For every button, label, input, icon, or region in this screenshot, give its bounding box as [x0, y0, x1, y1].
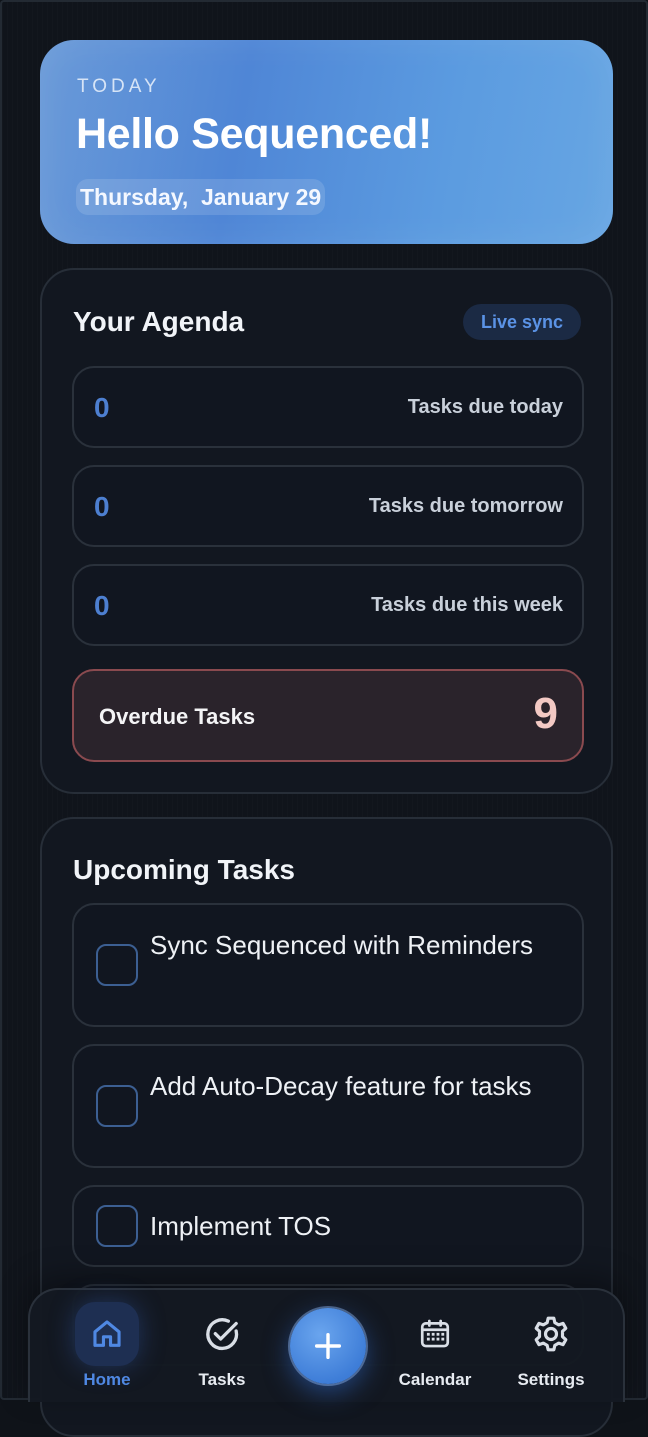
- stat-due-this-week[interactable]: 0 Tasks due this week: [72, 564, 584, 646]
- overdue-count: 9: [533, 689, 558, 738]
- check-circle-icon: [190, 1302, 254, 1366]
- tab-tasks[interactable]: Tasks: [167, 1290, 277, 1402]
- task-checkbox[interactable]: [96, 1085, 138, 1127]
- task-item[interactable]: Add Auto-Decay feature for tasks: [72, 1044, 584, 1168]
- task-title: Implement TOS: [150, 1211, 332, 1241]
- overdue-tasks-row[interactable]: Overdue Tasks 9: [72, 669, 584, 762]
- agenda-title: Your Agenda: [73, 306, 245, 337]
- upcoming-title: Upcoming Tasks: [73, 854, 295, 885]
- agenda-card: Your Agenda Live sync 0 Tasks due today …: [40, 268, 613, 794]
- tab-label: Calendar: [398, 1370, 472, 1389]
- live-sync-badge: Live sync: [462, 304, 581, 340]
- task-item[interactable]: Implement TOS: [72, 1185, 584, 1267]
- current-date: Thursday, January 29: [76, 179, 326, 215]
- tab-label: Tasks: [198, 1370, 246, 1389]
- stat-due-tomorrow[interactable]: 0 Tasks due tomorrow: [72, 465, 584, 547]
- plus-icon: [314, 1332, 342, 1360]
- overdue-label: Overdue Tasks: [99, 704, 256, 729]
- task-checkbox[interactable]: [96, 1205, 138, 1247]
- app-frame: TODAY Hello Sequenced! Thursday, January…: [0, 0, 648, 1437]
- tab-label: Settings: [517, 1370, 585, 1389]
- stat-count: 0: [94, 590, 110, 621]
- stat-label: Tasks due this week: [371, 594, 563, 616]
- stat-due-today[interactable]: 0 Tasks due today: [72, 366, 584, 448]
- tab-calendar[interactable]: Calendar: [380, 1290, 490, 1402]
- stat-count: 0: [94, 392, 110, 423]
- task-title: Add Auto-Decay feature for tasks: [150, 1071, 532, 1101]
- stat-label: Tasks due today: [407, 396, 563, 418]
- gear-icon: [519, 1302, 583, 1366]
- tab-home[interactable]: Home: [52, 1290, 162, 1402]
- task-item[interactable]: Sync Sequenced with Reminders: [72, 903, 584, 1027]
- stat-count: 0: [94, 491, 110, 522]
- add-task-button[interactable]: [290, 1308, 366, 1384]
- calendar-icon: [403, 1302, 467, 1366]
- stat-label: Tasks due tomorrow: [368, 495, 563, 517]
- task-checkbox[interactable]: [96, 944, 138, 986]
- tab-label: Home: [83, 1370, 131, 1389]
- greeting-card: TODAY Hello Sequenced! Thursday, January…: [40, 40, 613, 244]
- today-eyebrow: TODAY: [77, 76, 161, 97]
- task-title: Sync Sequenced with Reminders: [150, 930, 533, 960]
- tab-settings[interactable]: Settings: [496, 1290, 606, 1402]
- greeting-title: Hello Sequenced!: [76, 110, 432, 158]
- bottom-tab-bar: Home Tasks Calendar Settings: [28, 1288, 625, 1402]
- home-icon: [75, 1302, 139, 1366]
